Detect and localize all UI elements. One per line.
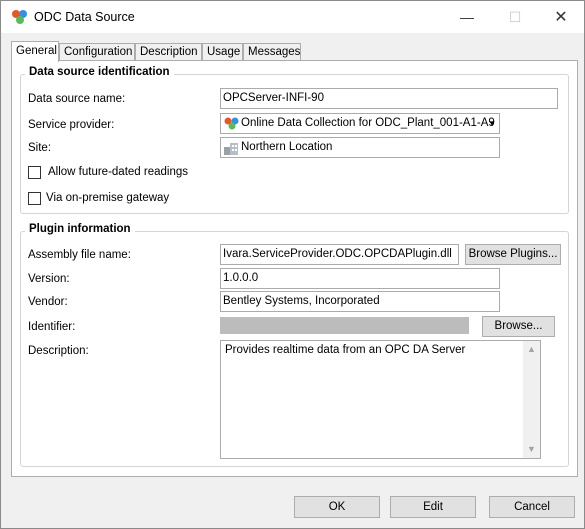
maximize-icon: ☐ xyxy=(508,8,522,25)
browse-plugins-button[interactable]: Browse Plugins... xyxy=(465,244,561,265)
gateway-checkbox[interactable] xyxy=(28,192,41,205)
future-dated-checkbox[interactable] xyxy=(28,166,41,179)
description-scrollbar[interactable]: ▲ ▼ xyxy=(523,341,540,458)
tab-configuration[interactable]: Configuration xyxy=(59,43,135,61)
site-label: Site: xyxy=(28,142,52,154)
identification-group: Data source identification Data source n… xyxy=(20,66,569,214)
data-source-name-label: Data source name: xyxy=(28,93,126,105)
close-button[interactable]: ✕ xyxy=(538,1,584,33)
browse-button[interactable]: Browse... xyxy=(482,316,555,337)
cancel-button[interactable]: Cancel xyxy=(489,496,575,518)
tab-description[interactable]: Description xyxy=(135,43,202,61)
site-value: Northern Location xyxy=(241,141,333,153)
identifier-field xyxy=(220,317,469,334)
close-icon: ✕ xyxy=(554,9,568,26)
vendor-field[interactable]: Bentley Systems, Incorporated xyxy=(220,291,500,312)
description-label: Description: xyxy=(28,345,89,357)
service-provider-value: Online Data Collection for ODC_Plant_001… xyxy=(241,117,495,129)
window-title: ODC Data Source xyxy=(34,10,135,24)
tab-messages[interactable]: Messages xyxy=(243,43,301,61)
minimize-button[interactable]: — xyxy=(444,1,490,33)
building-icon xyxy=(224,143,238,155)
vendor-label: Vendor: xyxy=(28,296,68,308)
identification-group-title: Data source identification xyxy=(25,66,174,78)
gateway-label: Via on-premise gateway xyxy=(46,192,170,204)
chevron-down-icon: ▼ xyxy=(488,119,496,128)
ok-button[interactable]: OK xyxy=(294,496,380,518)
provider-cubes-icon xyxy=(224,117,239,130)
identifier-label: Identifier: xyxy=(28,321,76,333)
version-label: Version: xyxy=(28,273,70,285)
future-dated-label: Allow future-dated readings xyxy=(48,166,188,178)
data-source-name-input[interactable]: OPCServer-INFI-90 xyxy=(220,88,558,109)
plugin-group-title: Plugin information xyxy=(25,223,135,235)
scroll-up-icon[interactable]: ▲ xyxy=(523,341,540,358)
assembly-label: Assembly file name: xyxy=(28,249,131,261)
odc-cubes-icon xyxy=(12,10,27,24)
site-field[interactable]: Northern Location xyxy=(220,137,500,158)
title-bar[interactable]: ODC Data Source — ☐ ✕ xyxy=(1,1,584,33)
general-tab-panel: Data source identification Data source n… xyxy=(11,60,578,477)
service-provider-select[interactable]: Online Data Collection for ODC_Plant_001… xyxy=(220,113,500,134)
description-textarea[interactable]: Provides realtime data from an OPC DA Se… xyxy=(220,340,541,459)
maximize-button: ☐ xyxy=(492,1,538,33)
service-provider-label: Service provider: xyxy=(28,119,115,131)
tab-general[interactable]: General xyxy=(11,41,59,62)
minimize-icon: — xyxy=(460,9,474,25)
plugin-group: Plugin information Assembly file name: I… xyxy=(20,223,569,467)
edit-button[interactable]: Edit xyxy=(390,496,476,518)
scroll-down-icon[interactable]: ▼ xyxy=(523,441,540,458)
version-field[interactable]: 1.0.0.0 xyxy=(220,268,500,289)
tab-usage[interactable]: Usage xyxy=(202,43,243,61)
description-text: Provides realtime data from an OPC DA Se… xyxy=(225,344,466,356)
assembly-field[interactable]: Ivara.ServiceProvider.ODC.OPCDAPlugin.dl… xyxy=(220,244,459,265)
odc-data-source-window: ODC Data Source — ☐ ✕ General Configurat… xyxy=(0,0,585,529)
